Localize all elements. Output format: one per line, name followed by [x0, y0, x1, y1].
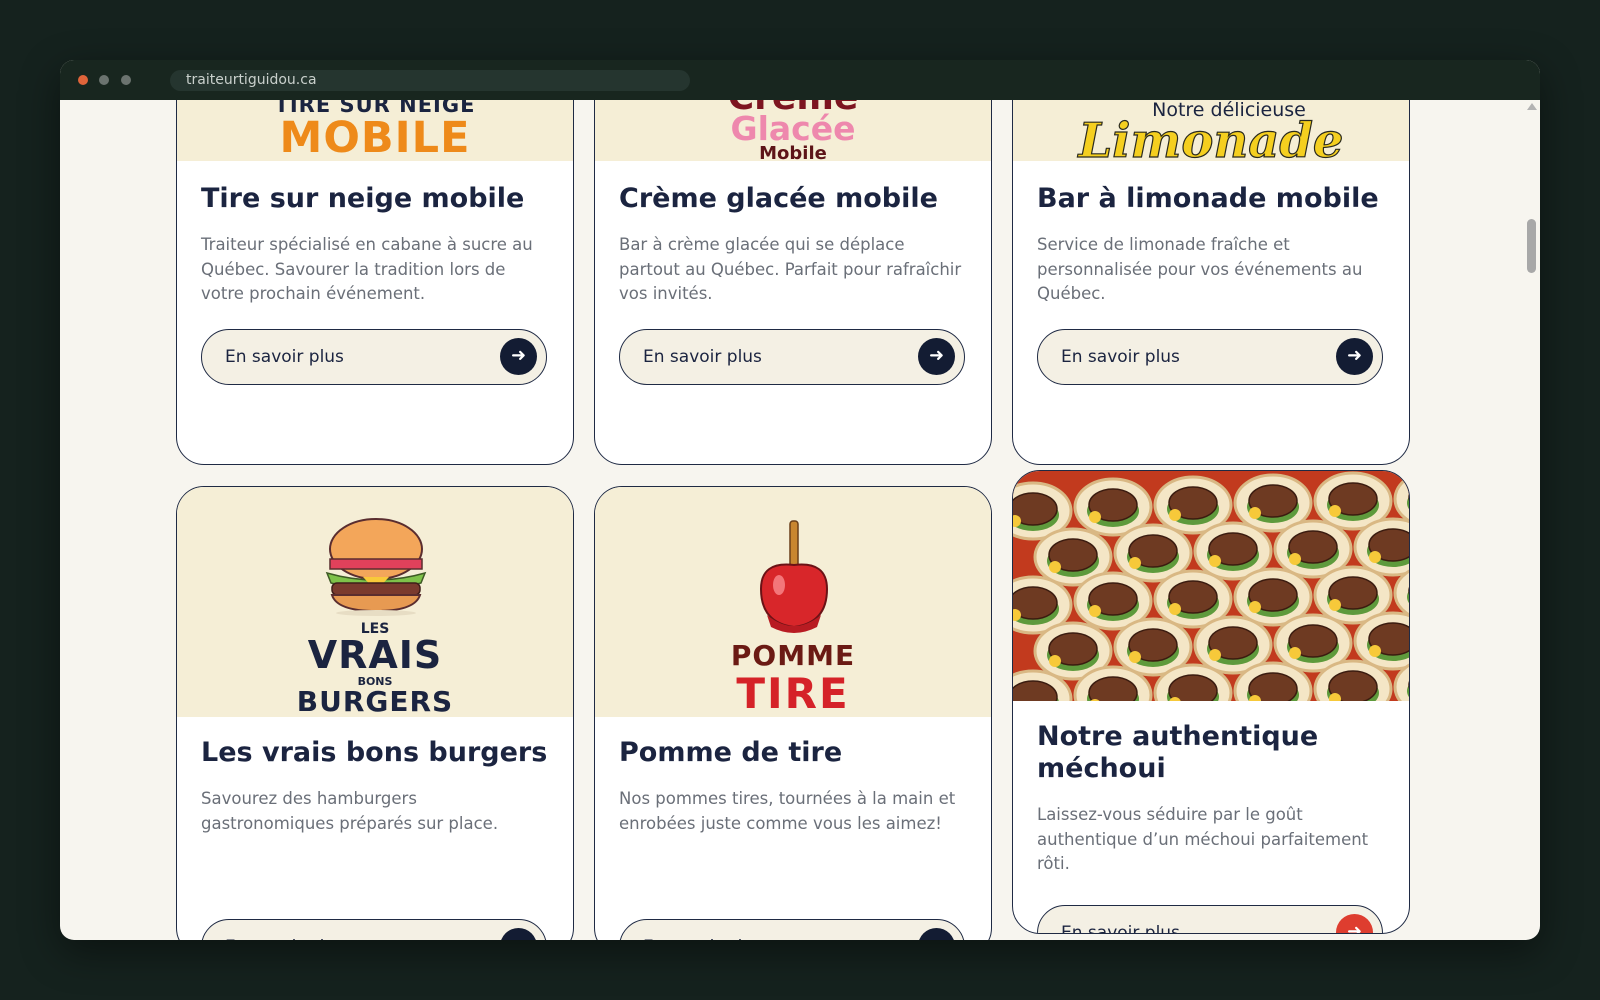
card-description: Traiteur spécialisé en cabane à sucre au…	[201, 235, 533, 303]
card-description: Nos pommes tires, tournées à la main et …	[619, 789, 956, 833]
minimize-window-dot[interactable]	[99, 75, 109, 85]
card-title: Bar à limonade mobile	[1037, 183, 1379, 214]
card-description: Bar à crème glacée qui se déplace partou…	[619, 235, 962, 303]
card-description: Service de limonade fraîche et personnal…	[1037, 235, 1363, 303]
scroll-up-arrow-icon[interactable]	[1527, 103, 1537, 110]
pomme-de-tire-logo-image: POMME TIRE	[595, 487, 991, 717]
service-card-creme-glacee: Crème Glacée Mobile Crème glacée mobile …	[594, 100, 992, 465]
card-title: Pomme de tire	[619, 737, 843, 768]
service-card-tire-sur-neige: TIRE SUR NEIGE MOBILE Tire sur neige mob…	[176, 100, 574, 465]
card-title: Tire sur neige mobile	[201, 183, 525, 214]
button-label: En savoir plus	[225, 347, 344, 367]
limonade-logo-image: Notre délicieuse Limonade	[1013, 100, 1409, 161]
card-title: Les vrais bons burgers	[201, 737, 548, 768]
close-window-dot[interactable]	[78, 75, 88, 85]
logo-text-line1: POMME	[730, 639, 856, 672]
address-bar[interactable]: traiteurtiguidou.ca	[170, 70, 690, 91]
service-card-mechoui: Notre authentique méchoui Laissez-vous s…	[1012, 470, 1410, 934]
button-label: En savoir plus	[643, 920, 762, 940]
browser-chrome: traiteurtiguidou.ca	[60, 60, 1540, 100]
page-viewport: TIRE SUR NEIGE MOBILE Tire sur neige mob…	[60, 100, 1540, 940]
card-title: Notre authentique méchoui	[1037, 721, 1319, 784]
maximize-window-dot[interactable]	[121, 75, 131, 85]
logo-text-line4: BURGERS	[296, 685, 454, 717]
card-description: Savourez des hamburgers gastronomiques p…	[201, 789, 499, 833]
scrollbar-thumb[interactable]	[1527, 219, 1536, 273]
service-card-limonade: Notre délicieuse Limonade Bar à limonade…	[1012, 100, 1410, 465]
en-savoir-plus-button[interactable]: En savoir plus ➜	[619, 329, 965, 385]
tire-sur-neige-logo-image: TIRE SUR NEIGE MOBILE	[177, 100, 573, 161]
button-label: En savoir plus	[643, 347, 762, 367]
en-savoir-plus-button[interactable]: En savoir plus ➜	[1037, 329, 1383, 385]
button-label: En savoir plus	[1061, 347, 1180, 367]
en-savoir-plus-button[interactable]: En savoir plus ➜	[1037, 905, 1383, 934]
button-label: En savoir plus	[225, 920, 344, 940]
logo-text-line2: Limonade	[1078, 112, 1344, 161]
logo-text-line2: VRAIS	[307, 633, 443, 677]
arrow-right-icon: ➜	[500, 928, 537, 940]
burgers-logo-image: LES VRAIS BONS BURGERS	[177, 487, 573, 717]
button-label: En savoir plus	[1061, 923, 1180, 934]
arrow-right-icon: ➜	[1336, 338, 1373, 375]
arrow-right-icon: ➜	[1336, 914, 1373, 933]
card-description: Laissez-vous séduire par le goût authent…	[1037, 805, 1369, 873]
browser-window: traiteurtiguidou.ca TIRE SUR NEIGE MOBIL…	[60, 60, 1540, 940]
vertical-scrollbar[interactable]	[1524, 100, 1540, 940]
plates-pattern-image	[1013, 471, 1409, 701]
logo-text-line2: MOBILE	[279, 113, 471, 161]
card-title: Crème glacée mobile	[619, 183, 938, 214]
arrow-right-icon: ➜	[918, 928, 955, 940]
arrow-right-icon: ➜	[500, 338, 537, 375]
mechoui-plates-image	[1013, 471, 1409, 701]
en-savoir-plus-button[interactable]: En savoir plus ➜	[201, 329, 547, 385]
arrow-right-icon: ➜	[918, 338, 955, 375]
logo-text-line2: TIRE	[736, 669, 850, 717]
logo-text-line3: Mobile	[759, 143, 827, 161]
en-savoir-plus-button[interactable]: En savoir plus ➜	[619, 919, 965, 940]
en-savoir-plus-button[interactable]: En savoir plus ➜	[201, 919, 547, 940]
service-card-pomme-de-tire: POMME TIRE Pomme de tire Nos pommes tire…	[594, 486, 992, 940]
creme-glacee-logo-image: Crème Glacée Mobile	[595, 100, 991, 161]
service-card-burgers: LES VRAIS BONS BURGERS Les vrais bons bu…	[176, 486, 574, 940]
